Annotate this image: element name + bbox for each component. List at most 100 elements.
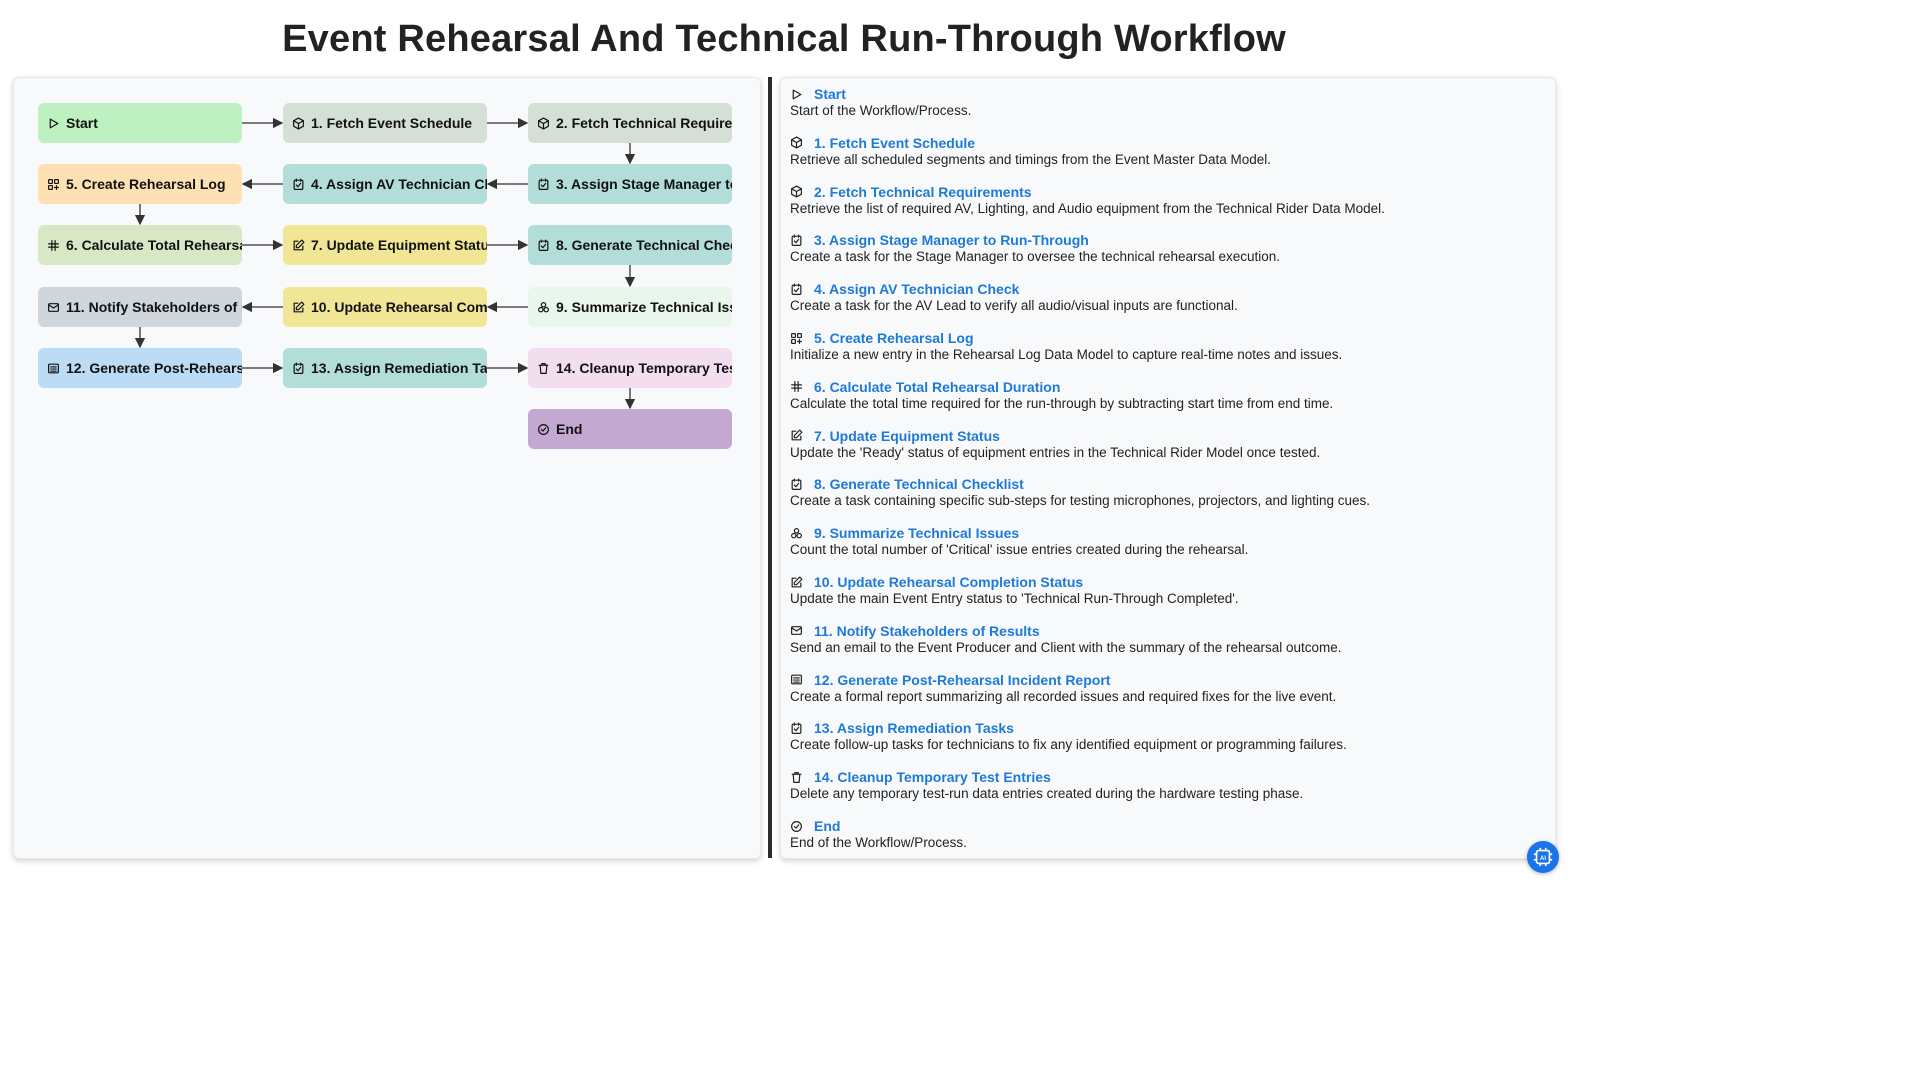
- step-description: End of the Workflow/Process.: [790, 835, 967, 850]
- ai-chip-icon: AI: [1533, 847, 1553, 867]
- step-item: 14. Cleanup Temporary Test Entries Delete…: [790, 768, 1540, 801]
- step-item: End End of the Workflow/Process.: [790, 817, 1540, 850]
- step-description: Update the 'Ready' status of equipment e…: [790, 444, 1321, 460]
- trash-icon: [538, 362, 549, 374]
- flow-node-s2[interactable]: 2. Fetch Technical Requirements: [528, 103, 732, 143]
- step-item: 4. Assign AV Technician Check Create a ta…: [790, 280, 1540, 313]
- flow-node-s1[interactable]: 1. Fetch Event Schedule: [283, 103, 487, 143]
- flow-node-s8[interactable]: 8. Generate Technical Checklist: [528, 225, 732, 265]
- grid-plus-icon: [791, 332, 802, 344]
- step-item: Start Start of the Workflow/Process.: [790, 85, 1540, 118]
- flow-node-label: 14. Cleanup Temporary Test Entries: [556, 360, 732, 376]
- step-link[interactable]: 6. Calculate Total Rehearsal Duration: [814, 379, 1060, 395]
- panel-divider[interactable]: [768, 77, 772, 858]
- step-description: Count the total number of 'Critical' iss…: [790, 542, 1249, 558]
- flow-node-label: End: [556, 421, 583, 437]
- step-description: Create a formal report summarizing all r…: [790, 688, 1337, 704]
- task-check-icon: [791, 283, 802, 295]
- step-link[interactable]: 2. Fetch Technical Requirements: [814, 184, 1032, 200]
- flow-node-s4[interactable]: 4. Assign AV Technician Check: [283, 164, 487, 204]
- step-link[interactable]: End: [814, 818, 840, 834]
- step-link[interactable]: 10. Update Rehearsal Completion Status: [814, 574, 1083, 590]
- report-icon: [791, 674, 802, 685]
- step-item: 5. Create Rehearsal Log Initialize a new …: [790, 329, 1540, 362]
- flow-node-s10[interactable]: 10. Update Rehearsal Completion Status: [283, 287, 487, 327]
- step-link[interactable]: Start: [814, 86, 846, 102]
- edit-icon: [293, 300, 305, 312]
- step-item: 8. Generate Technical Checklist Create a …: [790, 475, 1540, 508]
- cluster-icon: [791, 527, 802, 539]
- step-description: Create a task for the AV Lead to verify …: [790, 298, 1238, 314]
- step-description: Retrieve all scheduled segments and timi…: [790, 151, 1271, 167]
- step-item: 12. Generate Post-Rehearsal Incident Rep…: [790, 671, 1540, 704]
- step-link[interactable]: 3. Assign Stage Manager to Run-Through: [814, 232, 1089, 248]
- task-check-icon: [791, 722, 802, 734]
- step-link[interactable]: 7. Update Equipment Status: [814, 428, 1000, 444]
- flow-node-label: 12. Generate Post-Rehearsal Incident Rep…: [66, 360, 242, 376]
- cube-icon: [293, 116, 304, 130]
- report-icon: [48, 363, 59, 373]
- flow-node-s14[interactable]: 14. Cleanup Temporary Test Entries: [528, 348, 732, 388]
- step-description: Send an email to the Event Producer and …: [790, 639, 1342, 655]
- flow-node-s9[interactable]: 9. Summarize Technical Issues: [528, 287, 732, 327]
- task-check-icon: [791, 478, 802, 490]
- step-link[interactable]: 13. Assign Remediation Tasks: [814, 720, 1014, 736]
- step-link[interactable]: 14. Cleanup Temporary Test Entries: [814, 769, 1051, 785]
- flow-node-s11[interactable]: 11. Notify Stakeholders of Results: [38, 287, 242, 327]
- flow-node-s3[interactable]: 3. Assign Stage Manager to Run-Through: [528, 164, 732, 204]
- flow-node-label: 13. Assign Remediation Tasks: [311, 360, 487, 376]
- cube-icon: [538, 116, 549, 130]
- flow-node-label: 2. Fetch Technical Requirements: [556, 115, 732, 131]
- step-description: Retrieve the list of required AV, Lighti…: [790, 200, 1385, 216]
- flow-node-label: 11. Notify Stakeholders of Results: [66, 299, 242, 315]
- step-link[interactable]: 5. Create Rehearsal Log: [814, 330, 974, 346]
- step-link[interactable]: 12. Generate Post-Rehearsal Incident Rep…: [814, 672, 1110, 688]
- flow-node-label: 7. Update Equipment Status: [311, 237, 487, 253]
- flow-node-end[interactable]: End: [528, 409, 732, 449]
- step-link[interactable]: 11. Notify Stakeholders of Results: [814, 623, 1040, 639]
- flow-node-start[interactable]: Start: [38, 103, 242, 143]
- grid-plus-icon: [48, 178, 59, 190]
- ai-assistant-button[interactable]: AI: [1527, 841, 1559, 873]
- step-item: 7. Update Equipment Status Update the 'Re…: [790, 427, 1540, 460]
- step-link[interactable]: 1. Fetch Event Schedule: [814, 135, 975, 151]
- task-check-icon: [538, 177, 549, 190]
- step-description: Start of the Workflow/Process.: [790, 103, 972, 118]
- step-item: 6. Calculate Total Rehearsal Duration Cal…: [790, 378, 1540, 411]
- step-description: Create follow-up tasks for technicians t…: [790, 737, 1347, 753]
- flow-node-label: 9. Summarize Technical Issues: [556, 299, 732, 315]
- flow-node-label: 1. Fetch Event Schedule: [311, 115, 473, 131]
- check-circle-icon: [538, 423, 549, 435]
- step-description: Delete any temporary test-run data entri…: [790, 786, 1304, 802]
- step-item: 3. Assign Stage Manager to Run-Through Cr…: [790, 231, 1540, 264]
- edit-icon: [791, 429, 803, 441]
- trash-icon: [791, 771, 802, 783]
- flow-node-label: 3. Assign Stage Manager to Run-Through: [556, 176, 732, 192]
- page-title: Event Rehearsal And Technical Run-Throug…: [282, 18, 1286, 60]
- flow-node-label: 5. Create Rehearsal Log: [66, 176, 226, 192]
- edit-icon: [791, 575, 803, 587]
- step-link[interactable]: 8. Generate Technical Checklist: [814, 476, 1024, 492]
- step-item: 2. Fetch Technical Requirements Retrieve …: [790, 183, 1540, 216]
- flow-node-s13[interactable]: 13. Assign Remediation Tasks: [283, 348, 487, 388]
- calculator-icon: [791, 381, 802, 393]
- step-description: Update the main Event Entry status to 'T…: [790, 591, 1239, 606]
- svg-text:AI: AI: [1540, 856, 1546, 862]
- task-check-icon: [791, 234, 802, 246]
- play-icon: [792, 89, 802, 99]
- flow-node-s5[interactable]: 5. Create Rehearsal Log: [38, 164, 242, 204]
- task-check-icon: [293, 361, 304, 374]
- flow-node-s7[interactable]: 7. Update Equipment Status: [283, 225, 487, 265]
- check-circle-icon: [791, 820, 802, 832]
- mail-icon: [791, 626, 802, 636]
- step-description: Initialize a new entry in the Rehearsal …: [790, 347, 1343, 362]
- cube-icon: [791, 136, 802, 149]
- task-check-icon: [538, 238, 549, 251]
- flow-node-label: 10. Update Rehearsal Completion Status: [311, 299, 487, 315]
- flow-node-s12[interactable]: 12. Generate Post-Rehearsal Incident Rep…: [38, 348, 242, 388]
- cluster-icon: [538, 301, 549, 312]
- flow-node-s6[interactable]: 6. Calculate Total Rehearsal Duration: [38, 225, 242, 265]
- step-link[interactable]: 4. Assign AV Technician Check: [814, 281, 1019, 297]
- step-link[interactable]: 9. Summarize Technical Issues: [814, 525, 1019, 541]
- step-description: Create a task containing specific sub-st…: [790, 493, 1371, 509]
